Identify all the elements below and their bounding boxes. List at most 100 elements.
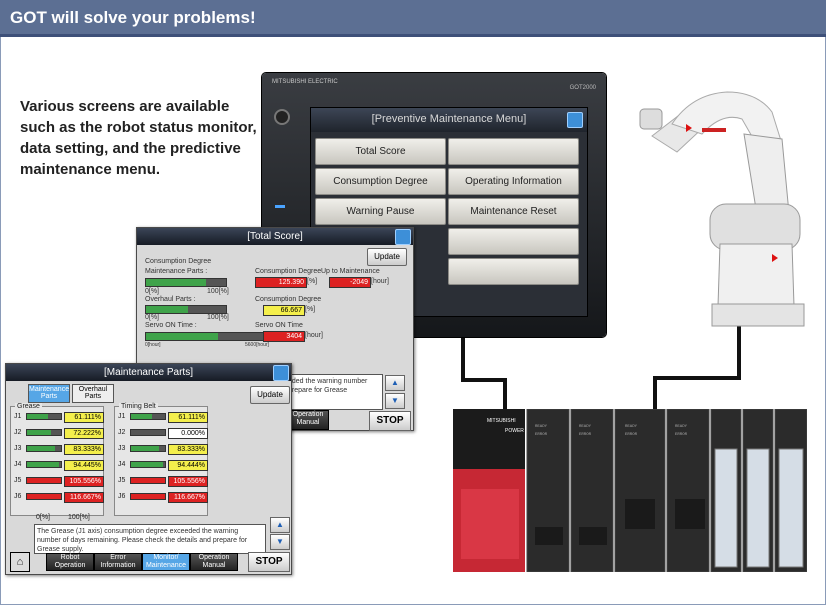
maintenance-parts-title: [Maintenance Parts] <box>104 367 193 378</box>
svg-text:READY: READY <box>579 425 592 429</box>
intro-text: Various screens are available such as th… <box>20 98 257 178</box>
upto-label: Up to Maintenance <box>321 268 380 275</box>
servo-on-time-label: Servo ON Time : <box>145 322 197 329</box>
maintenance-scroll-down[interactable]: ▼ <box>270 534 290 550</box>
belt-joint-value: 94.444% <box>168 460 208 471</box>
servo-scale-min: 0[hour] <box>145 342 161 348</box>
svg-text:READY: READY <box>535 425 548 429</box>
status-led <box>275 205 285 208</box>
total-score-title: [Total Score] <box>247 231 303 242</box>
belt-joint-value: 0.000% <box>168 428 208 439</box>
total-score-scroll-down[interactable]: ▼ <box>385 393 405 409</box>
timing-belt-label: Timing Belt <box>119 403 158 410</box>
grease-joint-label: J4 <box>14 461 22 468</box>
menu-blank-button-1[interactable] <box>448 138 579 165</box>
nav-error-information[interactable]: Error Information <box>94 553 142 571</box>
power-button[interactable] <box>274 109 290 125</box>
belt-joint-value: 61.111% <box>168 412 208 423</box>
grease-joint-value: 61.111% <box>64 412 104 423</box>
nav-monitor-maintenance[interactable]: Monitor/ Maintenance <box>142 553 190 571</box>
scale-min-1: 0[%] <box>145 288 160 295</box>
scale-max-2: 100[%] <box>207 314 229 321</box>
help-icon[interactable] <box>567 112 583 128</box>
belt-joint-value: 105.556% <box>168 476 208 487</box>
total-score-button[interactable]: Total Score <box>315 138 446 165</box>
svg-text:READY: READY <box>625 425 638 429</box>
total-score-stop-button[interactable]: STOP <box>369 411 411 431</box>
grease-joint-label: J3 <box>14 445 22 452</box>
nav-robot-operation[interactable]: Robot Operation <box>46 553 94 571</box>
belt-joint-bar-fill <box>131 494 165 499</box>
belt-joint-bar-fill <box>131 414 152 419</box>
menu-blank-button-2[interactable] <box>448 228 579 255</box>
maintenance-message: The Grease (J1 axis) consumption degree … <box>34 524 266 554</box>
servo-scale-max: 5600[hour] <box>245 342 269 348</box>
menu-blank-button-3[interactable] <box>448 258 579 285</box>
total-score-operation-manual[interactable]: Operation Manual <box>287 410 329 430</box>
maintenance-help-icon[interactable] <box>273 365 289 381</box>
svg-text:POWER: POWER <box>505 428 524 434</box>
belt-joint-label: J3 <box>118 445 126 452</box>
maintenance-stop-button[interactable]: STOP <box>248 552 290 572</box>
nav-operation-manual[interactable]: Operation Manual <box>190 553 238 571</box>
grease-joint-bar-fill <box>27 414 48 419</box>
home-icon[interactable]: ⌂ <box>10 552 30 572</box>
overhaul-parts-bar <box>145 305 227 314</box>
maintenance-parts-bar-fill <box>146 279 206 286</box>
maintenance-parts-header: [Maintenance Parts] <box>6 364 291 381</box>
servo-on-time-bar <box>145 332 267 341</box>
grease-scale-max: 100[%] <box>68 514 90 521</box>
maintenance-scroll-up[interactable]: ▲ <box>270 517 290 533</box>
belt-joint-value: 83.333% <box>168 444 208 455</box>
belt-joint-bar-fill <box>131 462 163 467</box>
belt-joint-bar-fill <box>131 446 160 451</box>
plc-rack-image: MITSUBISHI POWER READY ERROR READY ERROR R… <box>453 409 807 572</box>
cd-value: 125.390 <box>255 277 307 288</box>
robot-arm-image <box>639 91 805 327</box>
grease-joint-value: 83.333% <box>64 444 104 455</box>
total-score-help-icon[interactable] <box>395 229 411 245</box>
maintenance-parts-window: [Maintenance Parts] Maintenance Parts Ov… <box>5 363 292 575</box>
belt-joint-label: J6 <box>118 493 126 500</box>
svg-text:ERROR: ERROR <box>675 433 688 437</box>
total-score-update-button[interactable]: Update <box>367 248 407 266</box>
menu-header: [Preventive Maintenance Menu] <box>311 108 587 132</box>
overhaul-parts-label: Overhaul Parts : <box>145 296 196 303</box>
grease-scale-min: 0[%] <box>36 514 51 521</box>
maintenance-reset-button[interactable]: Maintenance Reset <box>448 198 579 225</box>
grease-joint-bar-fill <box>27 494 61 499</box>
maintenance-update-button[interactable]: Update <box>250 386 290 404</box>
upto-value: -2049 <box>329 277 371 288</box>
grease-joint-label: J1 <box>14 413 22 420</box>
belt-joint-bar <box>130 477 166 484</box>
operating-information-button[interactable]: Operating Information <box>448 168 579 195</box>
cd-label: Consumption Degree <box>255 268 322 275</box>
upto-unit: [hour] <box>371 278 389 285</box>
grease-joint-bar <box>26 461 62 468</box>
grease-joint-bar <box>26 493 62 500</box>
belt-joint-label: J4 <box>118 461 126 468</box>
belt-joint-label: J2 <box>118 429 126 436</box>
tab-maintenance-parts[interactable]: Maintenance Parts <box>28 384 70 403</box>
connection-line-got-h <box>461 378 507 382</box>
grease-joint-value: 116.667% <box>64 492 104 503</box>
maintenance-parts-bar <box>145 278 227 287</box>
grease-joint-bar <box>26 445 62 452</box>
warning-pause-button[interactable]: Warning Pause <box>315 198 446 225</box>
svg-text:ERROR: ERROR <box>579 433 592 437</box>
cd-unit: [%] <box>307 278 318 285</box>
svg-text:ERROR: ERROR <box>535 433 548 437</box>
belt-joint-bar <box>130 413 166 420</box>
belt-joint-bar <box>130 493 166 500</box>
connection-line-got <box>461 336 465 381</box>
tab-overhaul-parts[interactable]: Overhaul Parts <box>72 384 114 403</box>
banner: GOT will solve your problems! <box>0 0 826 37</box>
grease-joint-bar-fill <box>27 478 61 483</box>
scale-min-2: 0[%] <box>145 314 160 321</box>
grease-joint-bar-fill <box>27 430 52 435</box>
grease-label: Grease <box>15 403 42 410</box>
total-score-scroll-up[interactable]: ▲ <box>385 375 405 391</box>
consumption-degree-button[interactable]: Consumption Degree <box>315 168 446 195</box>
grease-joint-bar-fill <box>27 462 59 467</box>
svg-text:MITSUBISHI: MITSUBISHI <box>487 418 516 424</box>
